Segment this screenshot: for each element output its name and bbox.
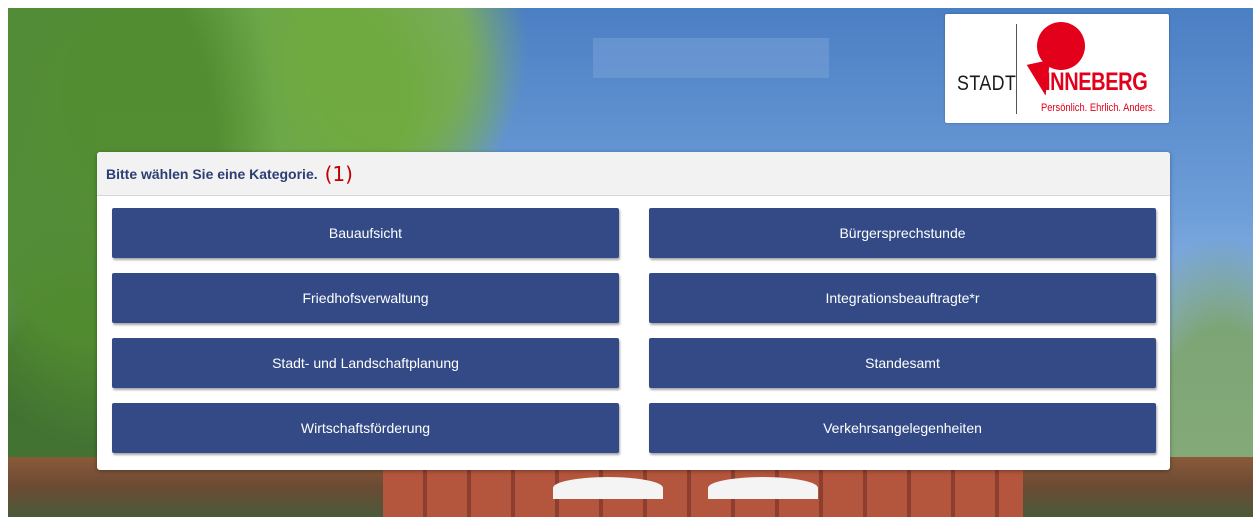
category-grid: Bauaufsicht Bürgersprechstunde Friedhofs…	[112, 208, 1156, 453]
panel-header: Bitte wählen Sie eine Kategorie. (1)	[97, 152, 1170, 196]
category-button-friedhofsverwaltung[interactable]: Friedhofsverwaltung	[112, 273, 619, 323]
background-haze	[593, 38, 829, 78]
logo-tagline: Persönlich. Ehrlich. Anders.	[1041, 102, 1156, 114]
background-tent	[553, 477, 663, 499]
step-annotation: (1)	[324, 161, 353, 186]
category-button-verkehrsangelegenheiten[interactable]: Verkehrsangelegenheiten	[649, 403, 1156, 453]
background-tent	[708, 477, 818, 499]
city-logo: STADT INNEBERG Persönlich. Ehrlich. Ande…	[945, 14, 1169, 123]
page: STADT INNEBERG Persönlich. Ehrlich. Ande…	[8, 8, 1253, 517]
category-button-wirtschaftsfoerderung[interactable]: Wirtschaftsförderung	[112, 403, 619, 453]
logo-stadt-text: STADT	[957, 72, 1017, 95]
panel-title: Bitte wählen Sie eine Kategorie.	[106, 165, 318, 182]
logo-pin-ball	[1037, 22, 1085, 70]
category-button-bauaufsicht[interactable]: Bauaufsicht	[112, 208, 619, 258]
category-button-standesamt[interactable]: Standesamt	[649, 338, 1156, 388]
logo-divider	[1016, 24, 1017, 114]
category-button-buergersprechstunde[interactable]: Bürgersprechstunde	[649, 208, 1156, 258]
category-button-integrationsbeauftragte[interactable]: Integrationsbeauftragte*r	[649, 273, 1156, 323]
category-panel: Bitte wählen Sie eine Kategorie. (1) Bau…	[97, 152, 1170, 470]
category-button-stadtplanung[interactable]: Stadt- und Landschaftplanung	[112, 338, 619, 388]
background-building	[383, 469, 1023, 517]
logo-name-text: INNEBERG	[1045, 68, 1148, 96]
